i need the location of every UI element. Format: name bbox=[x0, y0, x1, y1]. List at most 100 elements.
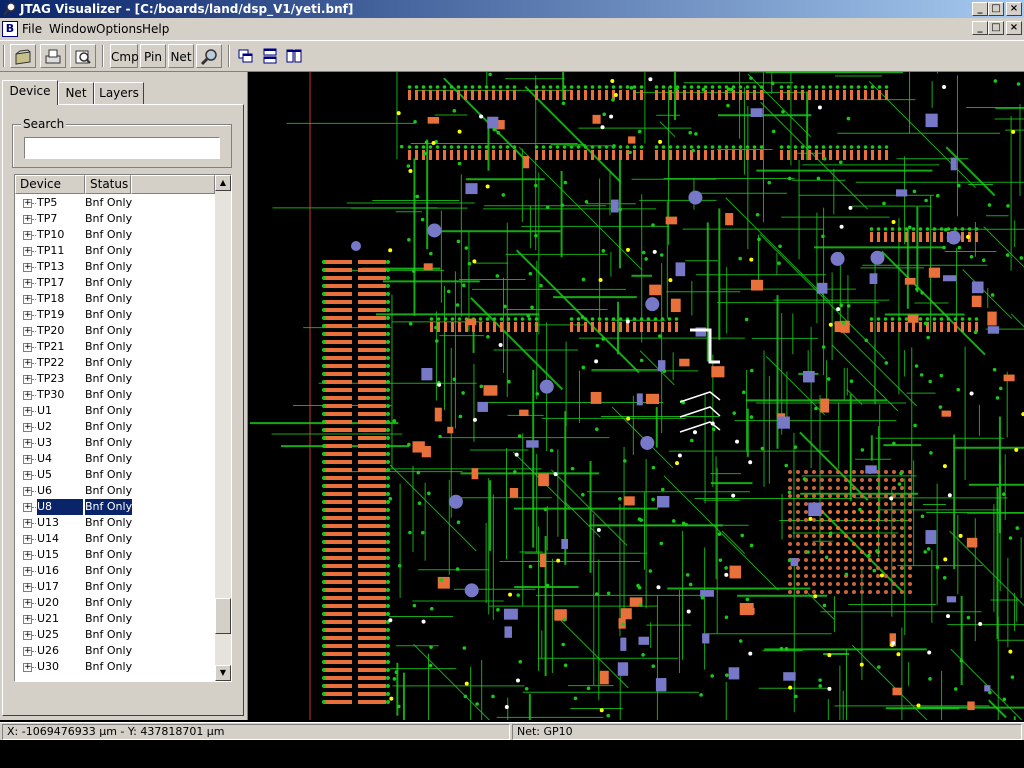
tile-vertical-button[interactable] bbox=[283, 44, 305, 68]
table-row[interactable]: + TP5 Bnf Only bbox=[15, 195, 215, 211]
table-row[interactable]: + U15 Bnf Only bbox=[15, 547, 215, 563]
table-row[interactable]: + TP20 Bnf Only bbox=[15, 323, 215, 339]
tree-expand-icon[interactable]: + bbox=[23, 455, 32, 464]
document-icon[interactable]: B bbox=[2, 21, 18, 37]
tree-expand-icon[interactable]: + bbox=[23, 375, 32, 384]
table-row[interactable]: + TP23 Bnf Only bbox=[15, 371, 215, 387]
table-row[interactable]: + U16 Bnf Only bbox=[15, 563, 215, 579]
minimize-button[interactable]: _ bbox=[972, 2, 988, 16]
tree-expand-icon[interactable]: + bbox=[23, 263, 32, 272]
tree-expand-icon[interactable]: + bbox=[23, 231, 32, 240]
table-row[interactable]: + U1 Bnf Only bbox=[15, 403, 215, 419]
table-row[interactable]: + TP18 Bnf Only bbox=[15, 291, 215, 307]
net-button[interactable]: Net bbox=[168, 44, 194, 68]
tree-expand-icon[interactable]: + bbox=[23, 647, 32, 656]
scroll-down-button[interactable]: ▼ bbox=[215, 665, 231, 681]
table-row[interactable]: + TP7 Bnf Only bbox=[15, 211, 215, 227]
tree-expand-icon[interactable]: + bbox=[23, 423, 32, 432]
child-restore-button[interactable]: □ bbox=[988, 21, 1004, 35]
tree-expand-icon[interactable]: + bbox=[23, 199, 32, 208]
menu-file[interactable]: File bbox=[22, 22, 42, 36]
tree-expand-icon[interactable]: + bbox=[23, 407, 32, 416]
cmp-button[interactable]: Cmp bbox=[110, 44, 139, 68]
table-row[interactable]: + U30 Bnf Only bbox=[15, 659, 215, 675]
tree-expand-icon[interactable]: + bbox=[23, 279, 32, 288]
tree-expand-icon[interactable]: + bbox=[23, 311, 32, 320]
table-row[interactable]: + U6 Bnf Only bbox=[15, 483, 215, 499]
table-row[interactable]: + TP21 Bnf Only bbox=[15, 339, 215, 355]
menu-help[interactable]: Help bbox=[142, 22, 169, 36]
tree-expand-icon[interactable]: + bbox=[23, 615, 32, 624]
table-row[interactable]: + U4 Bnf Only bbox=[15, 451, 215, 467]
table-row[interactable]: + U20 Bnf Only bbox=[15, 595, 215, 611]
column-header-device[interactable]: Device bbox=[15, 175, 85, 194]
tree-expand-icon[interactable]: + bbox=[23, 471, 32, 480]
tree-expand-icon[interactable]: + bbox=[23, 519, 32, 528]
device-name: TP13 bbox=[37, 260, 65, 273]
tree-expand-icon[interactable]: + bbox=[23, 327, 32, 336]
print-button[interactable] bbox=[40, 44, 66, 68]
tab-net[interactable]: Net bbox=[58, 82, 94, 104]
table-row[interactable]: + U26 Bnf Only bbox=[15, 643, 215, 659]
scroll-up-button[interactable]: ▲ bbox=[215, 175, 231, 191]
device-status: Bnf Only bbox=[85, 372, 133, 385]
tree-expand-icon[interactable]: + bbox=[23, 487, 32, 496]
print-icon bbox=[45, 49, 61, 64]
tab-device[interactable]: Device bbox=[2, 80, 58, 105]
tab-layers[interactable]: Layers bbox=[94, 82, 144, 104]
table-row[interactable]: + U21 Bnf Only bbox=[15, 611, 215, 627]
device-list-scrollbar[interactable]: ▲ ▼ bbox=[215, 175, 231, 681]
tree-expand-icon[interactable]: + bbox=[23, 215, 32, 224]
table-row[interactable]: + TP11 Bnf Only bbox=[15, 243, 215, 259]
scroll-thumb[interactable] bbox=[215, 598, 231, 635]
menu-options[interactable]: Options bbox=[96, 22, 142, 36]
search-input[interactable] bbox=[24, 137, 220, 159]
tree-expand-icon[interactable]: + bbox=[23, 535, 32, 544]
table-row[interactable]: + U3 Bnf Only bbox=[15, 435, 215, 451]
tree-expand-icon[interactable]: + bbox=[23, 343, 32, 352]
open-button[interactable] bbox=[10, 44, 36, 68]
menu-window[interactable]: Window bbox=[49, 22, 96, 36]
pin-button[interactable]: Pin bbox=[140, 44, 166, 68]
tree-expand-icon[interactable]: + bbox=[23, 503, 32, 512]
table-row[interactable]: + U17 Bnf Only bbox=[15, 579, 215, 595]
table-row[interactable]: + U8 Bnf Only bbox=[15, 499, 215, 515]
child-close-button[interactable]: × bbox=[1006, 21, 1022, 35]
tree-expand-icon[interactable]: + bbox=[23, 551, 32, 560]
table-row[interactable]: + U5 Bnf Only bbox=[15, 467, 215, 483]
child-minimize-button[interactable]: _ bbox=[972, 21, 988, 35]
maximize-button[interactable]: □ bbox=[988, 2, 1004, 16]
table-row[interactable]: + TP22 Bnf Only bbox=[15, 355, 215, 371]
tree-expand-icon[interactable]: + bbox=[23, 567, 32, 576]
table-row[interactable]: + U14 Bnf Only bbox=[15, 531, 215, 547]
close-button[interactable]: × bbox=[1006, 2, 1022, 16]
magnifier-icon bbox=[200, 49, 217, 66]
tree-expand-icon[interactable]: + bbox=[23, 599, 32, 608]
table-row[interactable]: + TP17 Bnf Only bbox=[15, 275, 215, 291]
table-row[interactable]: + TP19 Bnf Only bbox=[15, 307, 215, 323]
table-row[interactable]: + TP30 Bnf Only bbox=[15, 387, 215, 403]
tile-horizontal-button[interactable] bbox=[259, 44, 281, 68]
pcb-canvas[interactable] bbox=[250, 72, 1024, 720]
tree-expand-icon[interactable]: + bbox=[23, 247, 32, 256]
tree-expand-icon[interactable]: + bbox=[23, 439, 32, 448]
print-preview-button[interactable] bbox=[70, 44, 96, 68]
tree-expand-icon[interactable]: + bbox=[23, 295, 32, 304]
find-button[interactable] bbox=[196, 44, 222, 68]
tree-expand-icon[interactable]: + bbox=[23, 391, 32, 400]
tree-connector bbox=[32, 555, 36, 556]
table-row[interactable]: + TP13 Bnf Only bbox=[15, 259, 215, 275]
tree-expand-icon[interactable]: + bbox=[23, 663, 32, 672]
column-header-status[interactable]: Status bbox=[85, 175, 131, 194]
device-status: Bnf Only bbox=[85, 612, 133, 625]
device-status: Bnf Only bbox=[85, 564, 133, 577]
table-row[interactable]: + TP10 Bnf Only bbox=[15, 227, 215, 243]
tree-expand-icon[interactable]: + bbox=[23, 631, 32, 640]
table-row[interactable]: + U25 Bnf Only bbox=[15, 627, 215, 643]
table-row[interactable]: + U13 Bnf Only bbox=[15, 515, 215, 531]
tree-expand-icon[interactable]: + bbox=[23, 583, 32, 592]
tree-expand-icon[interactable]: + bbox=[23, 359, 32, 368]
tree-connector bbox=[32, 251, 36, 252]
cascade-button[interactable] bbox=[235, 44, 257, 68]
table-row[interactable]: + U2 Bnf Only bbox=[15, 419, 215, 435]
